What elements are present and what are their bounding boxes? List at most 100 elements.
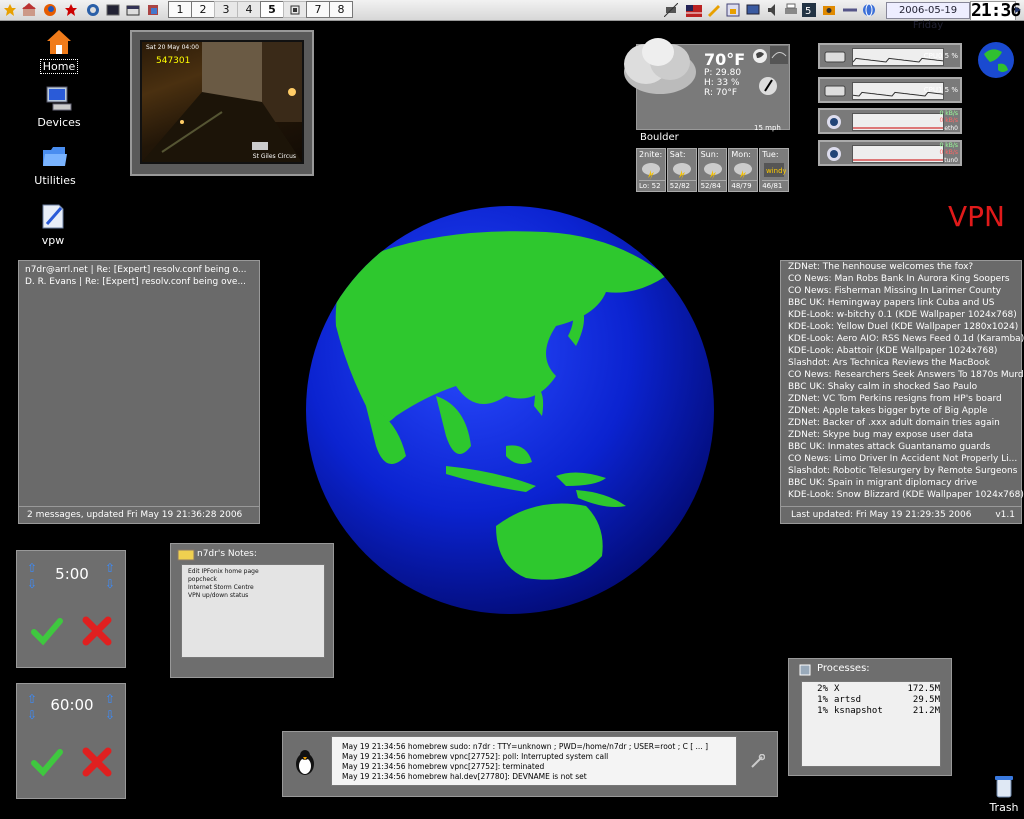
news-item[interactable]: BBC UK: Spain in migrant diplomacy drive	[788, 477, 1024, 489]
news-item[interactable]: ZDNet: Backer of .xxx adult domain tries…	[788, 417, 1024, 429]
news-item[interactable]: KDE-Look: Aero AIO: RSS News Feed 0.1d (…	[788, 333, 1024, 345]
desktop-5-icon[interactable]: 5	[802, 2, 816, 17]
news-item[interactable]: BBC UK: Inmates attack Guantanamo guards	[788, 441, 1024, 453]
minute-up-icon[interactable]: ⇧	[103, 692, 117, 706]
minute-down-icon[interactable]: ⇩	[103, 708, 117, 722]
news-item[interactable]: KDE-Look: w-bitchy 0.1 (KDE Wallpaper 10…	[788, 309, 1024, 321]
syslog-widget[interactable]: May 19 21:34:56 homebrew sudo: n7dr : TT…	[282, 731, 778, 797]
terminal-icon[interactable]	[106, 2, 120, 16]
camera-icon[interactable]	[822, 2, 836, 16]
mail-item[interactable]: D. R. Evans | Re: [Expert] resolv.conf b…	[25, 276, 247, 288]
news-item[interactable]: BBC UK: Shaky calm in shocked Sao Paulo	[788, 381, 1024, 393]
hour-down-icon[interactable]: ⇩	[25, 577, 39, 591]
news-item[interactable]: CO News: Man Robs Bank In Aurora King So…	[788, 273, 1024, 285]
weather-realfeel: R: 70°F	[704, 88, 737, 98]
desktop-6[interactable]	[283, 1, 307, 18]
eth0-monitor[interactable]: 0 kB/s 0 kB/s eth0	[818, 108, 962, 134]
globe-icon[interactable]	[976, 40, 1016, 84]
globe-icon[interactable]	[862, 2, 876, 17]
desktop-icon-home[interactable]: Home	[24, 28, 94, 74]
hour-up-icon[interactable]: ⇧	[25, 692, 39, 706]
harddisk-icon	[824, 83, 846, 102]
windy-icon: windy	[762, 160, 788, 180]
weather-widget[interactable]: 70°F P: 29.80 H: 33 % R: 70°F 15 mph Bou…	[612, 28, 790, 192]
news-item[interactable]: ZDNet: Skype bug may expose user data	[788, 429, 1024, 441]
notes-widget[interactable]: n7dr's Notes: Edit IPFonix home page pop…	[170, 543, 334, 678]
news-item[interactable]: CO News: Limo Driver In Accident Not Pro…	[788, 453, 1024, 465]
news-item[interactable]: KDE-Look: Abattoir (KDE Wallpaper 1024x7…	[788, 345, 1024, 357]
cancel-x-icon[interactable]	[81, 746, 113, 778]
window-icon[interactable]	[126, 2, 140, 16]
timer-widget: ⇧ ⇩ ⇧ ⇩ 60:00	[16, 683, 126, 799]
desktop-icon-vpw[interactable]: vpw	[18, 202, 88, 247]
home-folder-icon[interactable]	[22, 2, 36, 16]
volume-icon[interactable]	[766, 2, 780, 16]
forecast-day: Mon: 48/79	[728, 148, 759, 192]
checkmark-icon[interactable]	[31, 615, 63, 647]
bookmark-star-icon[interactable]	[64, 2, 78, 16]
thunderstorm-icon	[670, 160, 696, 180]
desktop-2[interactable]: 2	[191, 1, 215, 18]
mail-item[interactable]: n7dr@arrl.net | Re: [Expert] resolv.conf…	[25, 264, 247, 276]
presentation-icon[interactable]	[726, 2, 740, 17]
hour-down-icon[interactable]: ⇩	[25, 708, 39, 722]
process-row: 2% X 172.5M	[802, 684, 940, 695]
clipboard-icon[interactable]	[706, 2, 720, 17]
date-label[interactable]: 2006-05-19 Friday	[886, 2, 970, 31]
process-cpu: 1%	[817, 695, 828, 705]
timer-value[interactable]: 60:00	[43, 696, 101, 714]
desktop-icon-utilities[interactable]: Utilities	[20, 142, 90, 187]
tool-icon[interactable]	[842, 2, 857, 16]
news-item[interactable]: Slashdot: Robotic Telesurgery by Remote …	[788, 465, 1024, 477]
printer-icon[interactable]	[784, 2, 798, 16]
notes-content[interactable]: Edit IPFonix home page popcheck Internet…	[181, 564, 325, 658]
browser-icon[interactable]	[86, 2, 100, 16]
firefox-icon[interactable]	[43, 2, 57, 16]
desktop-3[interactable]: 3	[214, 1, 238, 18]
news-item[interactable]: CO News: Fisherman Missing In Larimer Co…	[788, 285, 1024, 297]
panel-expand-arrow-icon[interactable]: ▸	[1015, 2, 1021, 16]
news-item[interactable]: BBC UK: Hemingway papers link Cuba and U…	[788, 297, 1024, 309]
desktop-icon-label: Home	[39, 59, 79, 74]
keyboard-flag-icon[interactable]	[686, 2, 702, 17]
forecast-day: Sat: 52/82	[666, 148, 697, 192]
tun0-monitor[interactable]: 0 kB/s 0 kB/s tun0	[818, 140, 962, 166]
cancel-x-icon[interactable]	[81, 615, 113, 647]
minute-down-icon[interactable]: ⇩	[103, 577, 117, 591]
news-item[interactable]: ZDNet: The henhouse welcomes the fox?	[788, 261, 1024, 273]
checkmark-icon[interactable]	[31, 746, 63, 778]
processes-widget[interactable]: Processes: 2% X 172.5M 1% artsd 29.5M 1%…	[788, 658, 952, 776]
desktop-icon-devices[interactable]: Devices	[24, 84, 94, 129]
desktop-8[interactable]: 8	[329, 1, 353, 18]
cpu-chip-icon	[797, 662, 813, 682]
desktop-7[interactable]: 7	[306, 1, 330, 18]
news-item[interactable]: Slashdot: Ars Technica Reviews the MacBo…	[788, 357, 1024, 369]
display-icon[interactable]	[746, 2, 760, 16]
news-item[interactable]: KDE-Look: Yellow Duel (KDE Wallpaper 128…	[788, 321, 1024, 333]
desktop-5[interactable]: 5	[260, 1, 284, 18]
desktop-icon-trash[interactable]: Trash	[984, 774, 1024, 814]
mail-panel[interactable]: n7dr@arrl.net | Re: [Expert] resolv.conf…	[18, 260, 260, 524]
timer-value[interactable]: 5:00	[43, 565, 101, 583]
wrench-icon[interactable]	[749, 753, 766, 774]
kde-menu-icon[interactable]	[3, 2, 17, 16]
news-item[interactable]: CO News: Researchers Seek Answers To 187…	[788, 369, 1024, 381]
clock[interactable]: 21:36	[970, 1, 1021, 21]
webcam-widget[interactable]: Sat 20 May 04:00 547301 St Giles Circus	[130, 30, 314, 176]
network-icon[interactable]	[663, 2, 679, 18]
app-icon[interactable]	[146, 2, 160, 16]
news-item[interactable]: ZDNet: VC Tom Perkins resigns from HP's …	[788, 393, 1024, 405]
news-item[interactable]: ZDNet: Apple takes bigger byte of Big Ap…	[788, 405, 1024, 417]
cpu1-monitor[interactable]: CPU1 5 %	[818, 77, 962, 103]
desktop-1[interactable]: 1	[168, 1, 192, 18]
earth-globe	[306, 206, 714, 614]
cpu0-monitor[interactable]: CPU0 5 %	[818, 43, 962, 69]
news-item[interactable]: KDE-Look: Snow Blizzard (KDE Wallpaper 1…	[788, 489, 1024, 501]
minute-up-icon[interactable]: ⇧	[103, 561, 117, 575]
network-card-icon	[826, 114, 842, 134]
desktop-pager: 1 2 3 4 5 7 8	[168, 1, 353, 18]
hour-up-icon[interactable]: ⇧	[25, 561, 39, 575]
vpn-status-label[interactable]: VPN	[948, 200, 1005, 233]
desktop-4[interactable]: 4	[237, 1, 261, 18]
news-panel[interactable]: ZDNet: The henhouse welcomes the fox? CO…	[780, 260, 1024, 524]
